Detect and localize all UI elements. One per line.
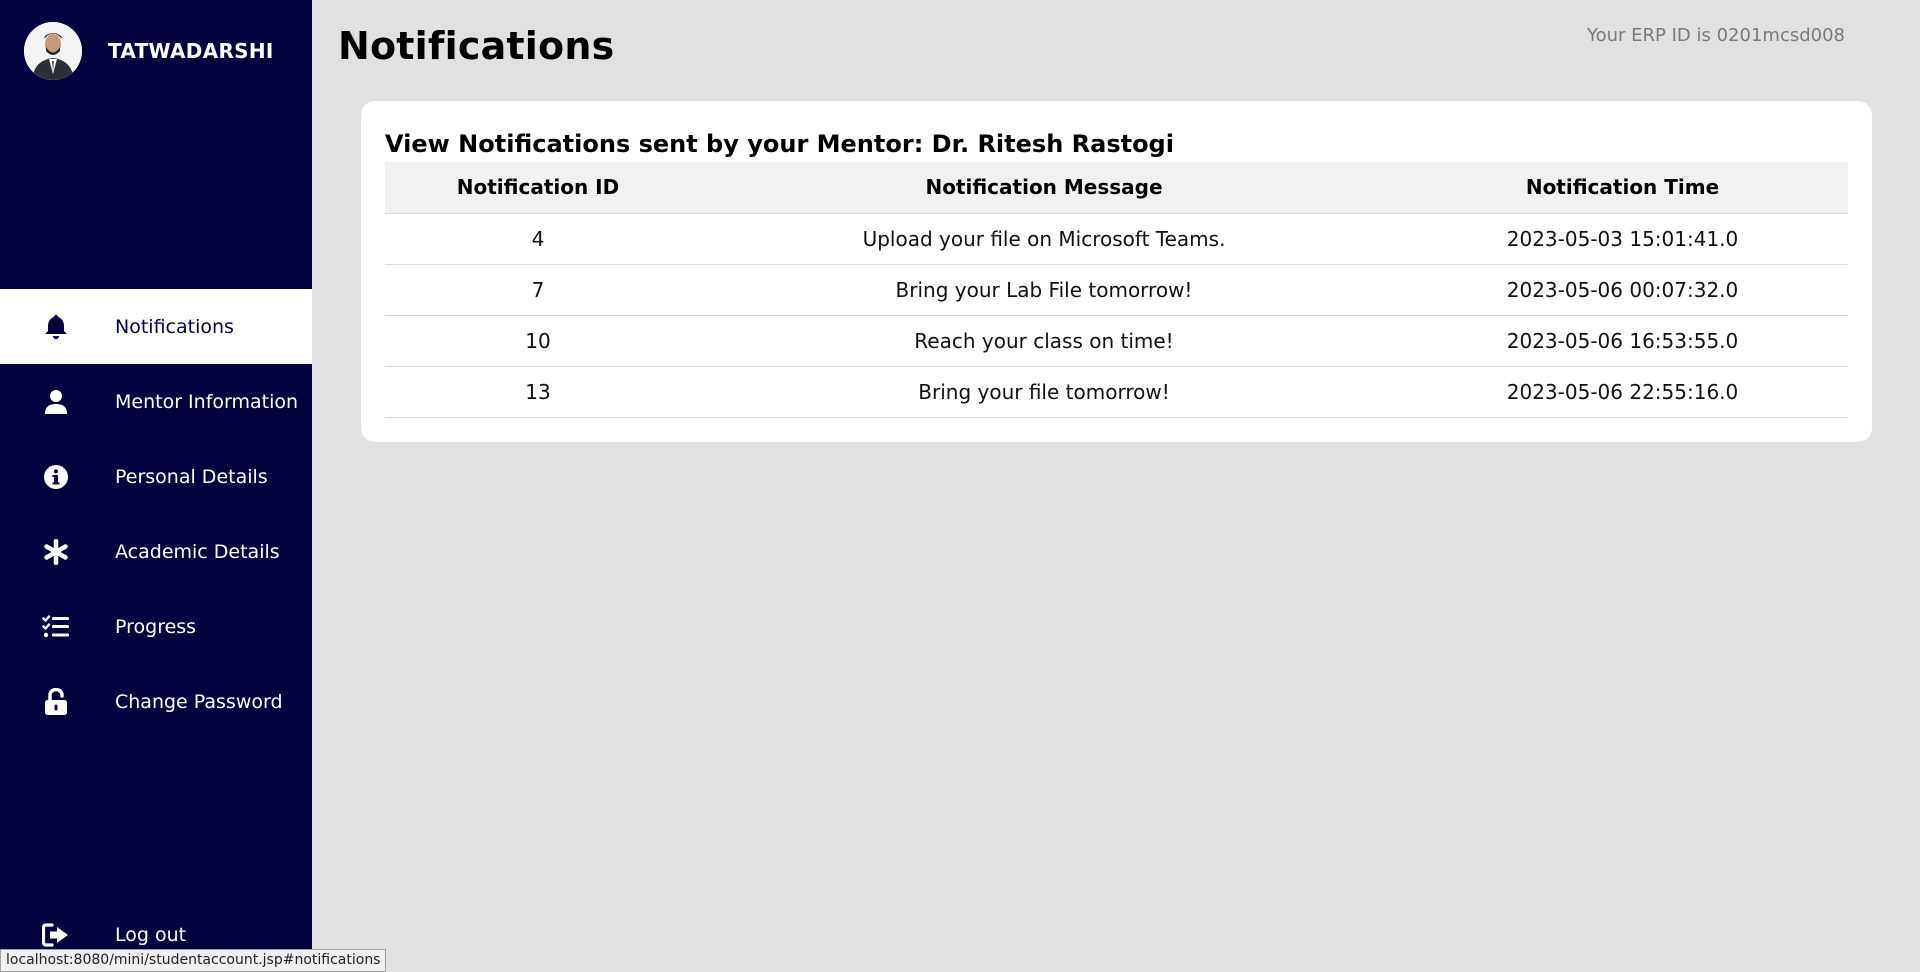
profile-block: TATWADARSHI [24, 22, 274, 80]
cell-notification-time: 2023-05-06 16:53:55.0 [1397, 315, 1848, 367]
sidebar-item-personal-details[interactable]: Personal Details [0, 439, 312, 514]
username: TATWADARSHI [108, 39, 274, 63]
sidebar-item-label: Academic Details [115, 540, 280, 563]
avatar [24, 22, 82, 80]
erp-id-text: Your ERP ID is 0201mcsd008 [1587, 25, 1845, 46]
table-row: 10 Reach your class on time! 2023-05-06 … [385, 315, 1848, 367]
cell-notification-message: Bring your file tomorrow! [691, 366, 1397, 418]
cell-notification-id: 13 [385, 366, 691, 418]
sign-out-icon [42, 921, 70, 949]
column-header-message: Notification Message [691, 162, 1397, 214]
notifications-table: Notification ID Notification Message Not… [385, 162, 1848, 418]
sidebar-item-label: Change Password [115, 690, 283, 713]
unlock-icon [42, 687, 70, 716]
table-row: 7 Bring your Lab File tomorrow! 2023-05-… [385, 264, 1848, 316]
sidebar-item-label: Personal Details [115, 465, 268, 488]
sidebar-item-label: Notifications [115, 315, 234, 338]
cell-notification-time: 2023-05-03 15:01:41.0 [1397, 213, 1848, 265]
logout-label: Log out [115, 923, 187, 946]
tasks-list-icon [42, 613, 70, 641]
notifications-card: View Notifications sent by your Mentor: … [361, 101, 1872, 442]
cell-notification-id: 4 [385, 213, 691, 265]
cell-notification-id: 10 [385, 315, 691, 367]
cell-notification-message: Upload your file on Microsoft Teams. [691, 213, 1397, 265]
sidebar: TATWADARSHI Notifications Mentor Informa… [0, 0, 312, 972]
bell-icon [42, 313, 70, 341]
sidebar-item-academic-details[interactable]: Academic Details [0, 514, 312, 589]
table-header-row: Notification ID Notification Message Not… [385, 162, 1848, 214]
asterisk-icon [42, 538, 70, 566]
info-icon [42, 463, 70, 491]
cell-notification-message: Bring your Lab File tomorrow! [691, 264, 1397, 316]
cell-notification-message: Reach your class on time! [691, 315, 1397, 367]
cell-notification-time: 2023-05-06 22:55:16.0 [1397, 366, 1848, 418]
sidebar-item-notifications[interactable]: Notifications [0, 289, 312, 364]
sidebar-item-label: Progress [115, 615, 197, 638]
sidebar-item-label: Mentor Information [115, 390, 299, 413]
table-row: 13 Bring your file tomorrow! 2023-05-06 … [385, 366, 1848, 418]
user-icon [42, 388, 70, 416]
browser-status-bar: localhost:8080/mini/studentaccount.jsp#n… [0, 949, 387, 972]
cell-notification-id: 7 [385, 264, 691, 316]
column-header-time: Notification Time [1397, 162, 1848, 214]
column-header-id: Notification ID [385, 162, 691, 214]
sidebar-item-progress[interactable]: Progress [0, 589, 312, 664]
sidebar-item-change-password[interactable]: Change Password [0, 664, 312, 739]
sidebar-nav: Notifications Mentor Information Persona… [0, 289, 312, 739]
page-title: Notifications [338, 24, 615, 68]
card-heading: View Notifications sent by your Mentor: … [385, 130, 1174, 158]
cell-notification-time: 2023-05-06 00:07:32.0 [1397, 264, 1848, 316]
table-row: 4 Upload your file on Microsoft Teams. 2… [385, 213, 1848, 265]
sidebar-item-mentor-information[interactable]: Mentor Information [0, 364, 312, 439]
